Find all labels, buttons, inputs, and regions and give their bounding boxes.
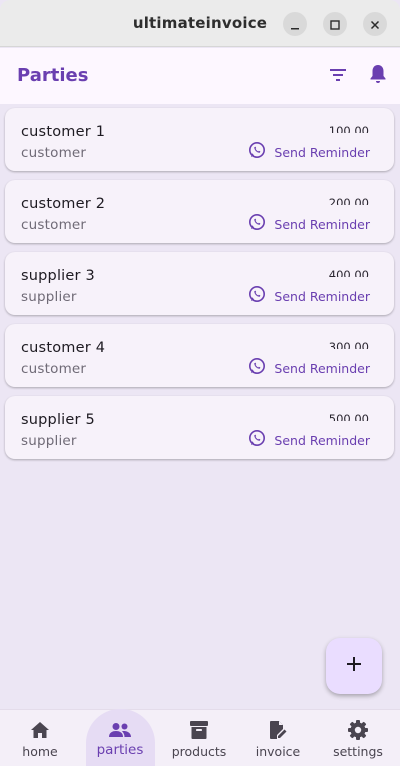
send-reminder-button[interactable]: Send Reminder bbox=[248, 213, 370, 235]
whatsapp-icon bbox=[248, 429, 266, 451]
filter-icon bbox=[328, 66, 348, 86]
party-name: customer 4 bbox=[21, 340, 106, 356]
whatsapp-icon bbox=[248, 357, 266, 379]
send-reminder-label: Send Reminder bbox=[274, 144, 370, 160]
whatsapp-icon bbox=[248, 213, 266, 235]
party-name: supplier 3 bbox=[21, 268, 95, 284]
nav-parties-label: parties bbox=[96, 742, 144, 758]
party-card[interactable]: supplier 3 supplier 400.00 Send Reminder bbox=[5, 252, 394, 315]
nav-invoice[interactable]: invoice bbox=[252, 709, 304, 766]
send-reminder-label: Send Reminder bbox=[274, 288, 370, 304]
party-type: customer bbox=[21, 217, 87, 233]
nav-settings[interactable]: settings bbox=[330, 709, 386, 766]
add-party-button[interactable] bbox=[326, 638, 382, 694]
party-amount: 400.00 bbox=[328, 268, 369, 277]
party-name: supplier 5 bbox=[21, 412, 95, 428]
party-type: customer bbox=[21, 145, 87, 161]
party-card[interactable]: customer 1 customer 100.00 Send Reminder bbox=[5, 108, 394, 171]
nav-home-label: home bbox=[22, 744, 58, 759]
party-card[interactable]: customer 2 customer 200.00 Send Reminder bbox=[5, 180, 394, 243]
nav-parties[interactable]: parties bbox=[90, 709, 150, 766]
party-name: customer 1 bbox=[21, 124, 106, 140]
nav-home[interactable]: home bbox=[16, 709, 64, 766]
party-amount: 100.00 bbox=[328, 124, 369, 133]
bell-icon bbox=[368, 63, 388, 89]
whatsapp-icon bbox=[248, 141, 266, 163]
party-type: supplier bbox=[21, 433, 77, 449]
close-button[interactable] bbox=[363, 12, 387, 36]
send-reminder-button[interactable]: Send Reminder bbox=[248, 285, 370, 307]
notifications-button[interactable] bbox=[366, 64, 390, 88]
party-amount: 300.00 bbox=[328, 340, 369, 349]
home-icon bbox=[30, 719, 50, 741]
send-reminder-label: Send Reminder bbox=[274, 216, 370, 232]
minimize-icon bbox=[290, 15, 300, 34]
page-title: Parties bbox=[17, 65, 89, 86]
send-reminder-label: Send Reminder bbox=[274, 360, 370, 376]
nav-products[interactable]: products bbox=[168, 709, 230, 766]
party-name: customer 2 bbox=[21, 196, 106, 212]
send-reminder-button[interactable]: Send Reminder bbox=[248, 141, 370, 163]
send-reminder-label: Send Reminder bbox=[274, 432, 370, 448]
nav-products-label: products bbox=[171, 744, 227, 759]
send-reminder-button[interactable]: Send Reminder bbox=[248, 429, 370, 451]
filter-button[interactable] bbox=[326, 64, 350, 88]
plus-icon bbox=[346, 656, 362, 676]
send-reminder-button[interactable]: Send Reminder bbox=[248, 357, 370, 379]
maximize-button[interactable] bbox=[323, 12, 347, 36]
edit-document-icon bbox=[268, 719, 288, 741]
archive-icon bbox=[189, 719, 209, 741]
party-amount: 500.00 bbox=[328, 412, 369, 421]
app-bar: Parties bbox=[0, 48, 400, 104]
parties-list: customer 1 customer 100.00 Send Reminder… bbox=[5, 108, 394, 468]
party-type: supplier bbox=[21, 289, 77, 305]
party-card[interactable]: customer 4 customer 300.00 Send Reminder bbox=[5, 324, 394, 387]
people-icon bbox=[108, 719, 132, 741]
whatsapp-icon bbox=[248, 285, 266, 307]
close-icon bbox=[370, 15, 380, 34]
minimize-button[interactable] bbox=[283, 12, 307, 36]
party-amount: 200.00 bbox=[328, 196, 369, 205]
maximize-icon bbox=[330, 15, 340, 34]
party-card[interactable]: supplier 5 supplier 500.00 Send Reminder bbox=[5, 396, 394, 459]
nav-settings-label: settings bbox=[333, 744, 383, 759]
window-titlebar: ultimateinvoice bbox=[0, 0, 400, 47]
gear-icon bbox=[347, 719, 369, 741]
nav-invoice-label: invoice bbox=[255, 744, 301, 759]
party-type: customer bbox=[21, 361, 87, 377]
